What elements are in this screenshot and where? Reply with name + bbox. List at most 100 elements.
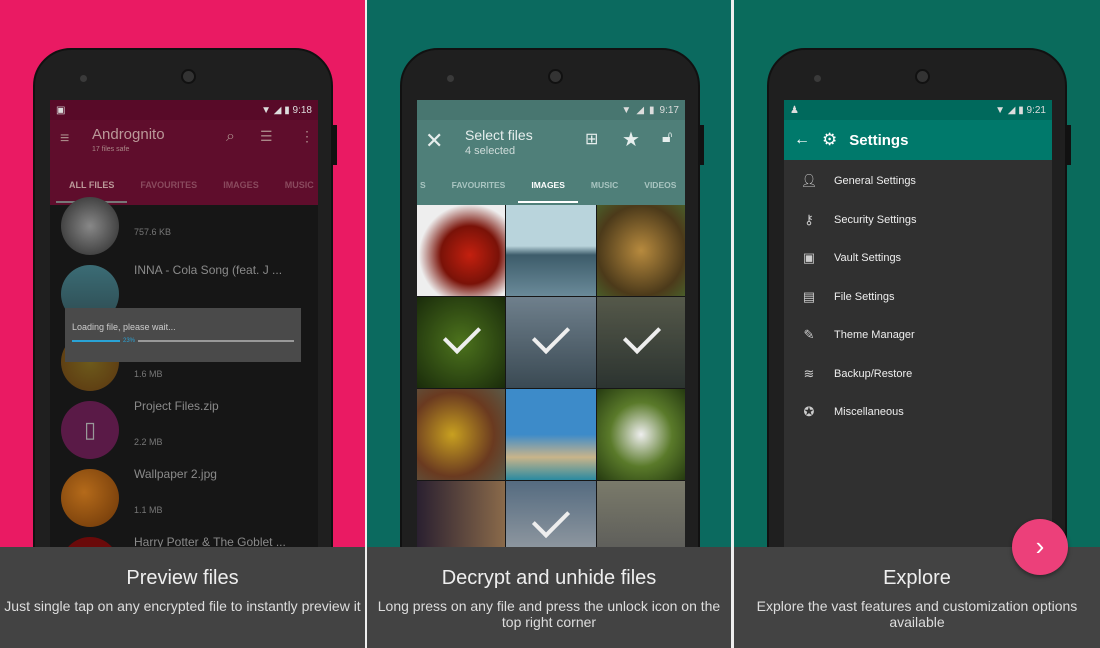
image-grid: [417, 205, 685, 560]
app-title: Andrognito: [92, 126, 165, 143]
status-time: 9:17: [659, 104, 679, 116]
tab-favourites[interactable]: FAVOURITES: [439, 180, 519, 190]
wifi-icon: ▼: [995, 104, 1005, 116]
list-item[interactable]: 757.6 KB: [50, 191, 318, 259]
checkmark-icon: [531, 315, 571, 355]
vault-icon: ▣: [802, 250, 816, 266]
zip-file-icon: ▯: [61, 401, 119, 459]
brush-icon: ✎: [803, 327, 815, 343]
tab-music[interactable]: MUSIC: [272, 180, 318, 190]
unlock-icon[interactable]: 🔓︎: [662, 129, 672, 147]
progress-bar: 23%: [72, 338, 294, 344]
phone-frame: ▣ ▼ ◢ ▮ 9:18 ≡ Andrognito 17 files safe ⌕…: [33, 48, 337, 608]
status-time: 9:18: [292, 104, 312, 116]
image-thumbnail[interactable]: [506, 205, 596, 296]
tab-music[interactable]: MUSIC: [578, 180, 631, 190]
image-thumbnail[interactable]: [597, 205, 685, 296]
gear-icon: ⚙: [822, 130, 838, 149]
close-icon[interactable]: ✕: [425, 128, 443, 154]
caption-title: Decrypt and unhide files: [441, 567, 657, 589]
image-thumbnail[interactable]: [417, 297, 505, 388]
search-icon[interactable]: ⌕: [226, 128, 235, 146]
settings-item-label: Security Settings: [834, 213, 917, 226]
selection-count: 4 selected: [465, 145, 516, 157]
image-thumbnail[interactable]: [417, 205, 505, 296]
panel-preview: ▣ ▼ ◢ ▮ 9:18 ≡ Andrognito 17 files safe ⌕…: [0, 0, 365, 648]
settings-title: Settings: [849, 131, 909, 149]
signal-icon: ◢: [273, 104, 282, 116]
battery-icon: ▮: [284, 104, 290, 116]
checkmark-icon: [622, 315, 662, 355]
settings-item[interactable]: ▣ Vault Settings: [784, 239, 1052, 278]
tab-videos[interactable]: VIDEOS: [631, 180, 685, 190]
settings-item-label: File Settings: [834, 290, 895, 303]
image-notification-icon: ▣: [56, 104, 66, 116]
android-icon: ♟: [790, 104, 799, 116]
key-icon: ⚷: [804, 211, 814, 227]
sort-icon[interactable]: ☰: [260, 128, 273, 145]
image-thumbnail[interactable]: [597, 389, 685, 480]
settings-item[interactable]: ▤ File Settings: [784, 278, 1052, 317]
battery-icon: ▮: [649, 104, 655, 116]
checkmark-icon: [531, 499, 571, 539]
settings-item-label: Miscellaneous: [834, 406, 904, 419]
caption-description: Long press on any file and press the unl…: [377, 598, 721, 630]
caption-area: Decrypt and unhide files Long press on an…: [367, 547, 731, 648]
file-list: 757.6 KB INNA - Cola Song (feat. J ... 1…: [50, 191, 318, 560]
more-icon[interactable]: ⋮: [300, 128, 314, 145]
caption-area: Preview files Just single tap on any encr…: [0, 547, 365, 648]
person-icon: 👤︎: [800, 173, 818, 189]
dialog-text: Loading file, please wait...: [72, 322, 176, 332]
settings-item-label: Vault Settings: [834, 252, 902, 265]
app-subtitle: 17 files safe: [92, 146, 130, 153]
next-button[interactable]: ›: [1012, 519, 1068, 575]
wifi-icon: ▼: [261, 104, 271, 116]
settings-item[interactable]: ✎ Theme Manager: [784, 316, 1052, 355]
phone-frame: ▼ ◢ ▮ 9:17 ✕ Select files 4 selected ⊞ ★ 🔓︎…: [400, 48, 704, 608]
back-arrow-icon[interactable]: ←: [794, 131, 810, 149]
caption-title: Preview files: [126, 567, 239, 589]
tab-images[interactable]: IMAGES: [518, 167, 578, 203]
menu-icon[interactable]: ≡: [60, 130, 69, 148]
chevron-right-icon: ›: [1035, 531, 1045, 561]
divider: [731, 0, 734, 648]
phone-screen: ♟ ▼ ◢ ▮ 9:21 ← ⚙ Settings 👤︎ General Setti…: [784, 100, 1052, 560]
selection-title: Select files: [465, 127, 533, 143]
list-item[interactable]: Wallpaper 2.jpg 1.1 MB: [50, 463, 318, 531]
settings-list: 👤︎ General Settings ⚷ Security Settings ▣ Vau…: [784, 160, 1052, 432]
settings-item-label: General Settings: [834, 175, 916, 188]
image-thumbnail[interactable]: [506, 389, 596, 480]
checkmark-icon: [442, 315, 482, 355]
divider: [365, 0, 367, 648]
tab-favourites[interactable]: FAVOURITES: [127, 180, 210, 190]
settings-item-label: Theme Manager: [834, 329, 915, 342]
image-thumbnail[interactable]: [506, 297, 596, 388]
panel-decrypt: ▼ ◢ ▮ 9:17 ✕ Select files 4 selected ⊞ ★ 🔓︎…: [367, 0, 731, 648]
caption-description: Explore the vast features and customizat…: [756, 598, 1078, 630]
status-time: 9:21: [1026, 104, 1046, 116]
settings-item[interactable]: 👤︎ General Settings: [784, 162, 1052, 201]
signal-icon: ◢: [1007, 104, 1016, 116]
panel-explore: ♟ ▼ ◢ ▮ 9:21 ← ⚙ Settings 👤︎ General Setti…: [734, 0, 1100, 648]
phone-screen: ▼ ◢ ▮ 9:17 ✕ Select files 4 selected ⊞ ★ 🔓︎…: [417, 100, 685, 560]
caption-description: Just single tap on any encrypted file to…: [4, 598, 361, 614]
misc-icon: ✪: [803, 404, 815, 420]
battery-icon: ▮: [1018, 104, 1024, 116]
signal-icon: ◢: [636, 104, 645, 116]
phone-screen: ▣ ▼ ◢ ▮ 9:18 ≡ Andrognito 17 files safe ⌕…: [50, 100, 318, 560]
settings-item-label: Backup/Restore: [834, 367, 913, 380]
tab-all-files[interactable]: S: [417, 180, 439, 190]
select-all-icon[interactable]: ⊞: [585, 129, 598, 149]
list-item[interactable]: ▯ Project Files.zip 2.2 MB: [50, 395, 318, 463]
settings-item[interactable]: ⚷ Security Settings: [784, 201, 1052, 240]
image-thumbnail[interactable]: [597, 297, 685, 388]
database-icon: ≋: [803, 365, 815, 381]
loading-dialog: Loading file, please wait... 23%: [65, 308, 301, 362]
image-thumbnail[interactable]: [417, 389, 505, 480]
star-icon[interactable]: ★: [622, 127, 640, 152]
file-icon: ▤: [802, 288, 816, 304]
settings-item[interactable]: ✪ Miscellaneous: [784, 393, 1052, 432]
wifi-icon: ▼: [621, 104, 632, 116]
tab-images[interactable]: IMAGES: [210, 180, 272, 190]
settings-item[interactable]: ≋ Backup/Restore: [784, 355, 1052, 394]
